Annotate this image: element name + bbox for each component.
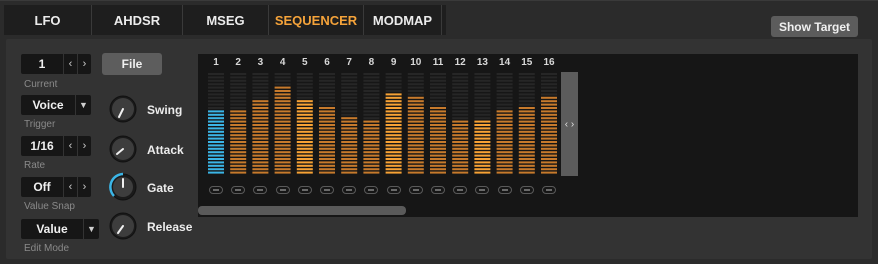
step-number: 10 — [410, 57, 422, 68]
step-bar[interactable] — [518, 73, 535, 174]
trigger-label: Trigger — [24, 119, 56, 130]
step-link-toggle[interactable] — [209, 186, 223, 194]
trigger-dropdown[interactable]: Voice ▼ — [21, 95, 91, 115]
step-link-toggle[interactable] — [475, 186, 490, 194]
rate-value: 1/16 — [30, 139, 54, 153]
step-link-toggle[interactable] — [408, 186, 423, 194]
current-next-button[interactable]: › — [77, 54, 91, 74]
tab-mseg[interactable]: MSEG — [183, 5, 269, 35]
step-bar[interactable] — [430, 73, 446, 174]
step-number: 2 — [235, 57, 241, 68]
step-number: 15 — [521, 57, 533, 68]
gate-knob[interactable] — [108, 172, 138, 202]
step-link-toggle[interactable] — [297, 186, 312, 194]
step-bar[interactable] — [385, 73, 402, 174]
modulator-tab-bar: LFO AHDSR MSEG SEQUENCER MODMAP — [4, 5, 442, 35]
step-bar[interactable] — [341, 73, 358, 174]
step-link-toggle[interactable] — [497, 186, 512, 194]
step-bar[interactable] — [252, 73, 269, 174]
step-link-toggle[interactable] — [542, 186, 556, 194]
step-link-toggle[interactable] — [320, 186, 334, 194]
edit-mode-value: Value — [36, 222, 68, 236]
tab-ahdsr[interactable]: AHDSR — [92, 5, 183, 35]
step-bar[interactable] — [474, 73, 491, 174]
step-bar[interactable] — [319, 73, 335, 174]
value-snap-next-button[interactable]: › — [77, 177, 91, 197]
chevron-down-icon: ▼ — [83, 219, 99, 239]
swing-knob[interactable] — [108, 94, 138, 124]
step-bar[interactable] — [230, 73, 247, 174]
step-number: 6 — [324, 57, 330, 68]
step-link-toggle[interactable] — [364, 186, 379, 194]
value-snap-selector[interactable]: Off ‹ › — [21, 177, 91, 197]
current-selector[interactable]: 1 ‹ › — [21, 54, 91, 74]
step-link-toggle[interactable] — [453, 186, 468, 194]
step-bar[interactable] — [452, 73, 469, 174]
sequencer-scrollbar[interactable] — [198, 206, 406, 215]
step-bar[interactable] — [208, 73, 224, 174]
step-link-toggle[interactable] — [431, 186, 445, 194]
value-snap-prev-button[interactable]: ‹ — [63, 177, 77, 197]
step-bar[interactable] — [541, 73, 557, 174]
step-bar[interactable] — [274, 73, 291, 174]
step-number-row: 1 2 3 4 5 6 7 8 9 10 11 12 13 14 15 16 — [198, 57, 858, 71]
step-number: 3 — [257, 57, 264, 68]
step-number: 5 — [302, 57, 308, 68]
step-number: 4 — [279, 57, 286, 68]
step-number: 13 — [476, 57, 488, 68]
step-number: 7 — [346, 57, 352, 68]
file-button[interactable]: File — [102, 53, 162, 75]
value-snap-label: Value Snap — [24, 201, 75, 212]
release-label: Release — [147, 220, 193, 234]
tab-sequencer[interactable]: SEQUENCER — [269, 5, 364, 35]
step-link-toggle[interactable] — [231, 186, 246, 194]
value-snap-value: Off — [33, 180, 51, 194]
step-sequencer: 1 2 3 4 5 6 7 8 9 10 11 12 13 14 15 16 ‹ › — [198, 54, 858, 217]
current-label: Current — [24, 79, 58, 90]
tab-bar-end — [442, 5, 446, 35]
edit-mode-label: Edit Mode — [24, 243, 70, 254]
rate-label: Rate — [24, 160, 46, 171]
step-bar[interactable] — [407, 73, 424, 174]
step-link-toggle[interactable] — [342, 186, 357, 194]
step-bars[interactable] — [198, 71, 558, 181]
step-bar[interactable] — [363, 73, 380, 174]
chevron-down-icon: ▼ — [75, 95, 91, 115]
rate-selector[interactable]: 1/16 ‹ › — [21, 136, 91, 156]
step-bar[interactable] — [496, 73, 513, 174]
step-number: 12 — [454, 57, 466, 68]
scroll-arrows-icon[interactable]: ‹ › — [561, 72, 578, 176]
step-number: 8 — [368, 57, 375, 68]
tab-modmap[interactable]: MODMAP — [364, 5, 442, 35]
swing-label: Swing — [147, 103, 183, 117]
current-prev-button[interactable]: ‹ — [63, 54, 77, 74]
step-number: 11 — [432, 57, 444, 68]
step-number: 1 — [213, 57, 219, 68]
release-knob[interactable] — [108, 211, 138, 241]
step-number: 9 — [390, 57, 397, 68]
tab-lfo[interactable]: LFO — [4, 5, 92, 35]
step-number: 16 — [543, 57, 555, 68]
edit-mode-dropdown[interactable]: Value ▼ — [21, 219, 99, 239]
step-link-toggle[interactable] — [253, 186, 268, 194]
step-number: 14 — [499, 57, 511, 68]
step-link-toggle[interactable] — [519, 186, 534, 194]
rate-prev-button[interactable]: ‹ — [63, 136, 77, 156]
step-link-toggle[interactable] — [386, 186, 401, 194]
show-target-button[interactable]: Show Target — [771, 16, 858, 37]
sequencer-window: LFO AHDSR MSEG SEQUENCER MODMAP Show Tar… — [0, 0, 878, 264]
rate-next-button[interactable]: › — [77, 136, 91, 156]
current-value: 1 — [38, 57, 46, 71]
trigger-value: Voice — [32, 98, 64, 112]
sequencer-panel: 1 ‹ › Current File Voice ▼ Trigger 1/16 … — [6, 39, 872, 259]
attack-label: Attack — [147, 143, 184, 157]
step-bar[interactable] — [296, 73, 313, 174]
attack-knob[interactable] — [108, 134, 138, 164]
gate-label: Gate — [147, 181, 174, 195]
step-link-toggle[interactable] — [275, 186, 290, 194]
